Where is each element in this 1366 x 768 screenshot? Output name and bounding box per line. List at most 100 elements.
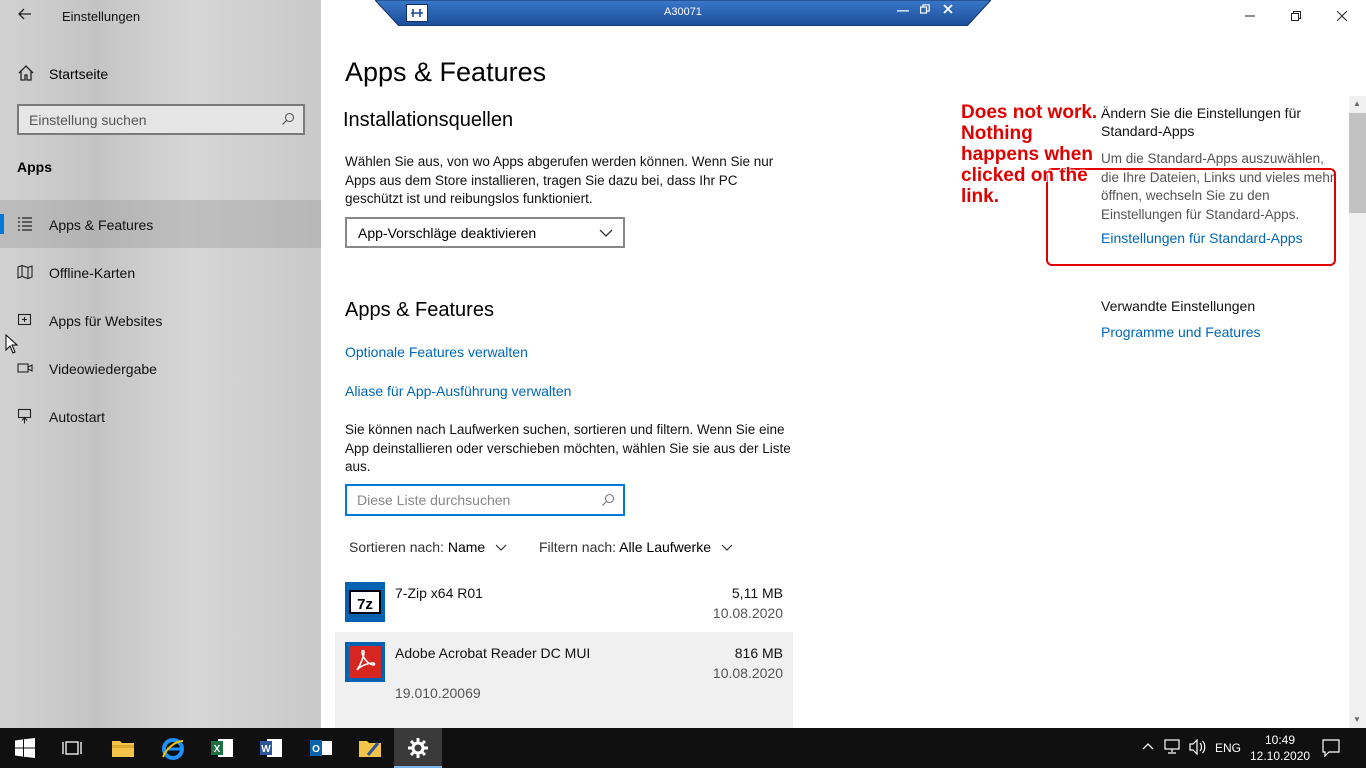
sidebar-item-label: Autostart xyxy=(49,409,106,425)
app-title: Einstellungen xyxy=(62,9,141,24)
pin-icon[interactable] xyxy=(406,4,428,22)
settings-search-input[interactable] xyxy=(19,106,269,133)
app-list-item[interactable]: 7z 7-Zip x64 R01 5,11 MB 10.08.2020 xyxy=(335,572,793,632)
sidebar-item-video-playback[interactable]: Videowiedergabe xyxy=(0,344,321,392)
mouse-cursor-icon xyxy=(5,333,19,354)
7zip-icon: 7z xyxy=(345,582,385,622)
word-button[interactable]: W xyxy=(246,728,294,768)
settings-search-box[interactable] xyxy=(17,104,305,135)
app-size: 816 MB xyxy=(734,645,783,661)
chevron-up-icon xyxy=(1142,743,1154,750)
internet-explorer-icon xyxy=(162,738,184,760)
app-list-item[interactable]: Adobe Acrobat Reader DC MUI 816 MB 10.08… xyxy=(335,632,793,728)
svg-text:O: O xyxy=(312,744,320,755)
app-version: 19.010.20069 xyxy=(395,685,481,701)
app-alias-link[interactable]: Aliase für App-Ausführung verwalten xyxy=(345,383,571,399)
sidebar-item-label: Apps für Websites xyxy=(49,313,163,329)
sidebar-home-label: Startseite xyxy=(49,66,109,82)
svg-text:W: W xyxy=(261,744,271,755)
home-icon xyxy=(17,64,35,82)
sort-label: Sortieren nach: xyxy=(349,539,444,555)
system-clock[interactable]: 10:49 12.10.2020 xyxy=(1250,732,1310,764)
search-icon[interactable] xyxy=(601,493,615,507)
clock-date: 12.10.2020 xyxy=(1250,749,1311,763)
sidebar-item-label: Offline-Karten xyxy=(49,265,136,281)
outlook-button[interactable]: O xyxy=(296,728,344,768)
network-icon[interactable] xyxy=(1164,739,1182,768)
gear-icon xyxy=(408,738,428,758)
list-icon xyxy=(17,216,33,232)
sidebar-item-startup[interactable]: Autostart xyxy=(0,392,321,440)
svg-text:7z: 7z xyxy=(357,596,373,613)
annotation-note: Does not work. Nothing happens when clic… xyxy=(961,102,1098,207)
file-manager-button[interactable] xyxy=(345,728,393,768)
sidebar-home[interactable]: Startseite xyxy=(0,56,321,92)
install-sources-heading: Installationsquellen xyxy=(343,109,514,131)
install-source-dropdown[interactable]: App-Vorschläge deaktivieren xyxy=(345,217,625,248)
app-name: Adobe Acrobat Reader DC MUI xyxy=(395,645,591,661)
settings-taskbar-button[interactable] xyxy=(394,728,442,768)
search-icon[interactable] xyxy=(281,112,295,126)
restore-button[interactable] xyxy=(1273,4,1319,28)
sort-dropdown[interactable]: Sortieren nach: Name xyxy=(349,539,507,555)
related-settings-title: Verwandte Einstellungen xyxy=(1101,298,1256,314)
scroll-up-icon[interactable]: ▲ xyxy=(1352,99,1362,109)
scroll-down-icon[interactable]: ▼ xyxy=(1352,715,1362,725)
minimize-button[interactable] xyxy=(1227,4,1273,28)
install-sources-description: Wählen Sie aus, von wo Apps abgerufen we… xyxy=(345,154,774,206)
task-view-button[interactable] xyxy=(48,728,96,768)
titlebar-left: Einstellungen xyxy=(0,0,321,34)
filter-value: Alle Laufwerke xyxy=(619,539,711,555)
close-button[interactable] xyxy=(1319,4,1365,28)
input-language[interactable]: ENG xyxy=(1215,741,1241,768)
edge-browser-button[interactable] xyxy=(148,728,196,768)
optional-features-link[interactable]: Optionale Features verwalten xyxy=(345,344,528,360)
remote-restore-icon[interactable] xyxy=(919,3,930,17)
excel-button[interactable]: X xyxy=(197,728,245,768)
word-icon: W xyxy=(260,739,282,757)
app-size: 5,11 MB xyxy=(731,585,783,601)
remote-close-icon[interactable] xyxy=(943,3,953,17)
dropdown-value: App-Vorschläge deaktivieren xyxy=(358,225,537,241)
sidebar-item-apps-features[interactable]: Apps & Features xyxy=(0,200,321,248)
start-button[interactable] xyxy=(0,728,48,768)
outlook-icon: O xyxy=(310,740,332,756)
file-explorer-button[interactable] xyxy=(98,728,146,768)
taskbar: X W O ENG 10:49 12.10.2020 xyxy=(0,728,1366,768)
folder-icon xyxy=(112,741,134,757)
app-list-search-box[interactable] xyxy=(345,484,625,516)
app-date: 10.08.2020 xyxy=(712,605,783,621)
startup-icon xyxy=(17,408,33,424)
action-center-icon[interactable] xyxy=(1322,739,1340,768)
map-icon xyxy=(17,264,33,280)
show-hidden-icons[interactable] xyxy=(1141,739,1155,768)
sidebar-item-label: Videowiedergabe xyxy=(49,361,157,377)
filter-label: Filtern nach: xyxy=(539,539,617,555)
chevron-down-icon xyxy=(599,226,613,238)
sort-value: Name xyxy=(447,539,486,555)
sidebar-item-label: Apps & Features xyxy=(49,217,154,233)
svg-text:X: X xyxy=(214,744,221,755)
scrollbar-thumb[interactable] xyxy=(1349,113,1366,213)
sidebar-item-offline-maps[interactable]: Offline-Karten xyxy=(0,248,321,296)
filter-dropdown[interactable]: Filtern nach: Alle Laufwerke xyxy=(539,539,733,555)
app-name: 7-Zip x64 R01 xyxy=(395,585,483,601)
page-title: Apps & Features xyxy=(345,57,547,87)
chevron-down-icon xyxy=(495,544,507,551)
task-view-icon xyxy=(62,741,82,755)
windows-logo-icon xyxy=(15,738,35,758)
remote-minimize-icon[interactable]: — xyxy=(897,3,909,17)
apps-features-description: Sie können nach Laufwerken suchen, sorti… xyxy=(345,422,791,474)
sidebar-item-apps-for-websites[interactable]: Apps für Websites xyxy=(0,296,321,344)
apps-features-heading: Apps & Features xyxy=(345,299,494,321)
acrobat-reader-icon xyxy=(345,642,385,682)
app-list-search-input[interactable] xyxy=(347,486,592,514)
web-app-icon xyxy=(17,312,33,328)
default-apps-title: Ändern Sie die Einstellungen für Standar… xyxy=(1101,105,1302,139)
programs-features-link[interactable]: Programme und Features xyxy=(1101,324,1261,340)
sidebar-section-title: Apps xyxy=(17,159,52,175)
volume-icon[interactable] xyxy=(1189,738,1207,768)
folder-pen-icon xyxy=(359,741,381,757)
excel-icon: X xyxy=(211,739,233,757)
back-arrow-icon[interactable] xyxy=(14,5,36,27)
